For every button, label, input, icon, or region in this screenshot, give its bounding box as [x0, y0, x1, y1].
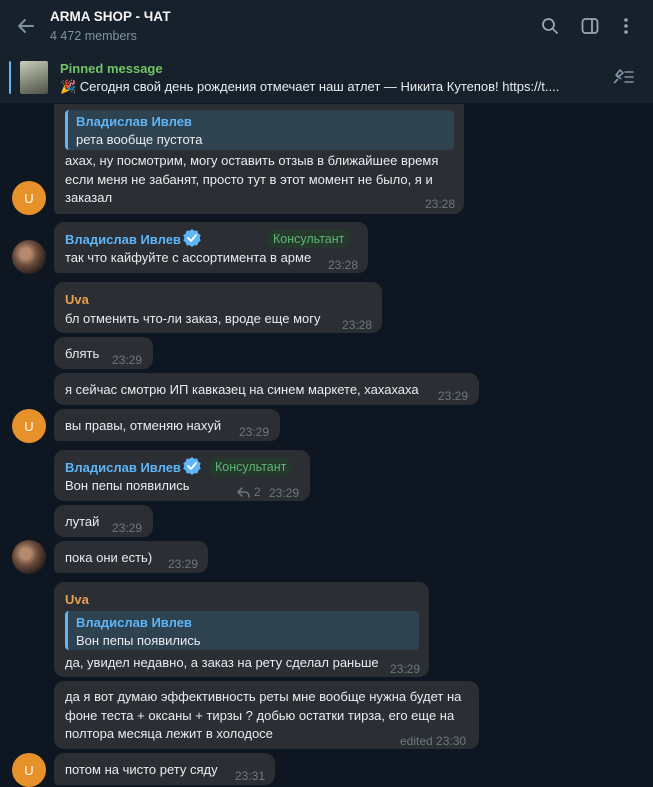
message-text: потом на чисто рету сяду [65, 762, 218, 777]
reply-count: 2 [254, 485, 261, 499]
sender-name[interactable]: Uva [65, 292, 89, 308]
message-text: я сейчас смотрю ИП кавказец на синем мар… [65, 382, 419, 397]
message-time: 23:29 [112, 521, 143, 535]
avatar-letter: U [24, 418, 34, 434]
message-time: 23:28 [342, 318, 373, 332]
pinned-list-icon[interactable] [610, 64, 636, 90]
reply-arrow-icon [237, 486, 250, 498]
search-icon[interactable] [538, 14, 562, 38]
message-time: 23:29 [168, 557, 199, 571]
message-text: пока они есть) [65, 550, 153, 565]
quote-sender: Владислав Ивлев [76, 615, 192, 630]
quote-sender: Владислав Ивлев [76, 114, 192, 129]
message-bubble[interactable]: лутай 23:29 [54, 505, 153, 537]
pinned-label[interactable]: Pinned message [60, 61, 163, 76]
sender-name[interactable]: Uva [65, 592, 89, 608]
divider [0, 103, 653, 104]
sender-name[interactable]: Владислав Ивлев [65, 232, 181, 248]
message-time: 23:31 [235, 769, 266, 783]
consultant-badge: Консультант [209, 458, 293, 476]
message-bubble[interactable]: блять 23:29 [54, 337, 153, 369]
avatar[interactable]: U [12, 753, 46, 787]
avatar-letter: U [24, 762, 34, 778]
reply-quote[interactable]: Владислав Ивлев Вон пепы появились [65, 611, 419, 650]
member-count: 4 472 members [50, 29, 137, 43]
message-time: 23:29 [438, 389, 469, 403]
message-text: ахах, ну посмотрим, могу оставить отзыв … [65, 153, 439, 168]
pinned-indicator [9, 61, 11, 94]
message-bubble[interactable]: Владислав Ивлев Консультант Вон пепы поя… [54, 450, 310, 501]
message-time: 23:29 [390, 662, 421, 676]
sender-name[interactable]: Владислав Ивлев [65, 460, 181, 476]
chat-title[interactable]: ARMA SHOP - ЧАТ [50, 9, 171, 24]
message-bubble[interactable]: Владислав Ивлев Консультант так что кайф… [54, 222, 368, 273]
message-text: вы правы, отменяю нахуй [65, 418, 222, 433]
message-time: 23:29 [269, 486, 300, 500]
message-text: если меня не забанят, просто тут в этот … [65, 172, 433, 187]
back-arrow-icon[interactable] [12, 12, 40, 40]
more-vertical-icon[interactable] [614, 14, 638, 38]
message-text: Вон пепы появились [65, 478, 190, 493]
message-time: 23:28 [425, 197, 456, 211]
message-time: 23:28 [328, 258, 359, 272]
message-bubble[interactable]: Uva Владислав Ивлев Вон пепы появились д… [54, 582, 429, 677]
verified-icon [183, 457, 201, 475]
pinned-thumbnail [20, 61, 48, 94]
message-time: 23:29 [239, 425, 270, 439]
message-bubble[interactable]: потом на чисто рету сяду 23:31 [54, 753, 275, 785]
message-text: бл отменить что-ли заказ, вроде еще могу [65, 311, 321, 326]
avatar[interactable]: U [12, 181, 46, 215]
avatar-letter: U [24, 190, 34, 206]
chat-header: ARMA SHOP - ЧАТ 4 472 members [0, 0, 653, 52]
pinned-text[interactable]: 🎉 Сегодня свой день рождения отмечает на… [60, 79, 590, 95]
message-text: лутай [65, 514, 100, 529]
verified-icon [183, 229, 201, 247]
message-bubble[interactable]: я сейчас смотрю ИП кавказец на синем мар… [54, 373, 479, 405]
message-text: да я вот думаю эффективность реты мне во… [65, 689, 462, 704]
quote-text: рета вообще пустота [76, 132, 203, 147]
quote-text: Вон пепы появились [76, 633, 201, 648]
message-time: edited 23:30 [400, 734, 467, 748]
avatar[interactable]: U [12, 409, 46, 443]
consultant-badge: Консультант [267, 230, 351, 248]
message-time: 23:29 [112, 353, 143, 367]
message-text: фоне теста + оксаны + тирзы ? добью оста… [65, 708, 455, 723]
message-bubble[interactable]: пока они есть) 23:29 [54, 541, 208, 573]
message-text: так что кайфуйте с ассортимента в арме [65, 250, 312, 265]
message-text: блять [65, 346, 100, 361]
message-bubble[interactable]: вы правы, отменяю нахуй 23:29 [54, 409, 280, 441]
avatar[interactable] [12, 540, 46, 574]
message-bubble[interactable]: да я вот думаю эффективность реты мне во… [54, 681, 479, 749]
sidebar-toggle-icon[interactable] [578, 14, 602, 38]
message-text: да, увидел недавно, а заказ на рету сдел… [65, 655, 379, 670]
replies-indicator[interactable]: 2 [237, 483, 261, 501]
message-text: полтора месяца лежит в холодосе [65, 726, 273, 741]
avatar[interactable] [12, 240, 46, 274]
message-text: заказал [65, 190, 113, 205]
reply-quote[interactable]: Владислав Ивлев рета вообще пустота [65, 110, 454, 150]
message-bubble[interactable]: Uva бл отменить что-ли заказ, вроде еще … [54, 282, 382, 333]
